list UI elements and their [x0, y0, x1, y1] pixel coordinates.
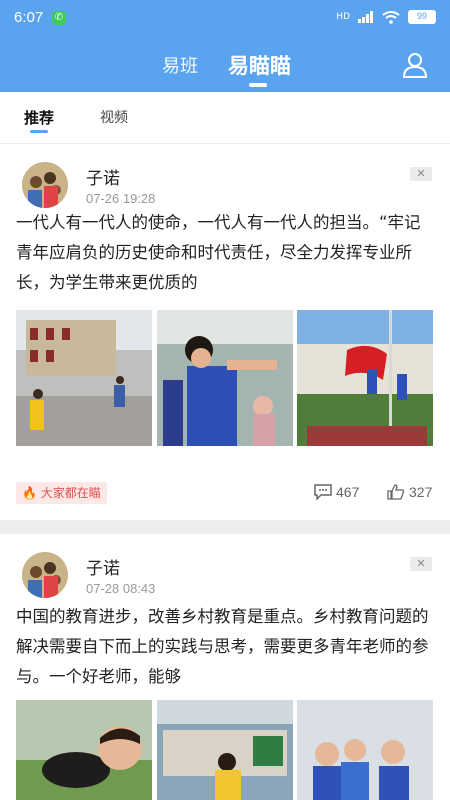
fire-icon: 🔥 [22, 486, 37, 500]
avatar[interactable] [22, 162, 68, 208]
signal-icon [358, 11, 373, 23]
like-count: 327 [409, 484, 433, 500]
close-icon[interactable]: ✕ [410, 167, 432, 181]
tab-recommend[interactable]: 推荐 [24, 107, 54, 128]
avatar[interactable] [22, 552, 68, 598]
active-tab-indicator [249, 83, 267, 87]
thumbs-up-icon [387, 484, 405, 500]
author-name[interactable]: 子诺 [86, 164, 120, 189]
post-time: 07-28 08:43 [86, 581, 156, 596]
comment-button[interactable]: 467 [314, 484, 359, 500]
feed-post[interactable]: 子诺 07-26 19:28 ✕ 一代人有一代人的使命，一代人有一代人的担当。“… [0, 144, 450, 520]
like-button[interactable]: 327 [387, 484, 432, 500]
post-time: 07-26 19:28 [86, 191, 156, 206]
post-divider [0, 520, 450, 534]
post-photo[interactable] [16, 310, 152, 446]
comment-count: 467 [336, 484, 360, 500]
post-photo[interactable] [297, 310, 433, 446]
post-text[interactable]: 一代人有一代人的使命，一代人有一代人的担当。“牢记青年应肩负的历史使命和时代责任… [16, 208, 436, 298]
post-photo[interactable] [157, 700, 293, 800]
battery-icon: 99 [408, 10, 436, 24]
status-time: 6:07 [14, 9, 44, 26]
status-icons: HD 99 [336, 10, 436, 24]
status-bar: 6:07 ✆ HD 99 [0, 0, 450, 38]
close-icon[interactable]: ✕ [410, 557, 432, 571]
tab-video[interactable]: 视频 [100, 107, 128, 127]
post-photo[interactable] [16, 700, 152, 800]
tag-label: 大家都在瞄 [40, 486, 101, 500]
post-text[interactable]: 中国的教育进步，改善乡村教育是重点。乡村教育问题的解决需要自下而上的实践与思考，… [16, 602, 436, 692]
call-icon: ✆ [52, 11, 66, 25]
content-tabs: 推荐 视频 [0, 92, 450, 144]
subtab-indicator [30, 130, 48, 133]
comment-icon [314, 484, 332, 500]
wifi-icon [382, 10, 400, 24]
hot-tag[interactable]: 🔥 大家都在瞄 [16, 482, 107, 504]
user-profile-icon[interactable] [402, 52, 428, 78]
feed-post[interactable]: 子诺 07-28 08:43 ✕ 中国的教育进步，改善乡村教育是重点。乡村教育问… [0, 534, 450, 800]
post-photo[interactable] [297, 700, 433, 800]
tab-yimiaomiao[interactable]: 易瞄瞄 [228, 50, 291, 80]
top-navigation: 易班 易瞄瞄 [0, 38, 450, 92]
author-name[interactable]: 子诺 [86, 554, 120, 579]
post-photo[interactable] [157, 310, 293, 446]
tab-yiban[interactable]: 易班 [162, 52, 198, 78]
network-label: HD [336, 12, 350, 22]
